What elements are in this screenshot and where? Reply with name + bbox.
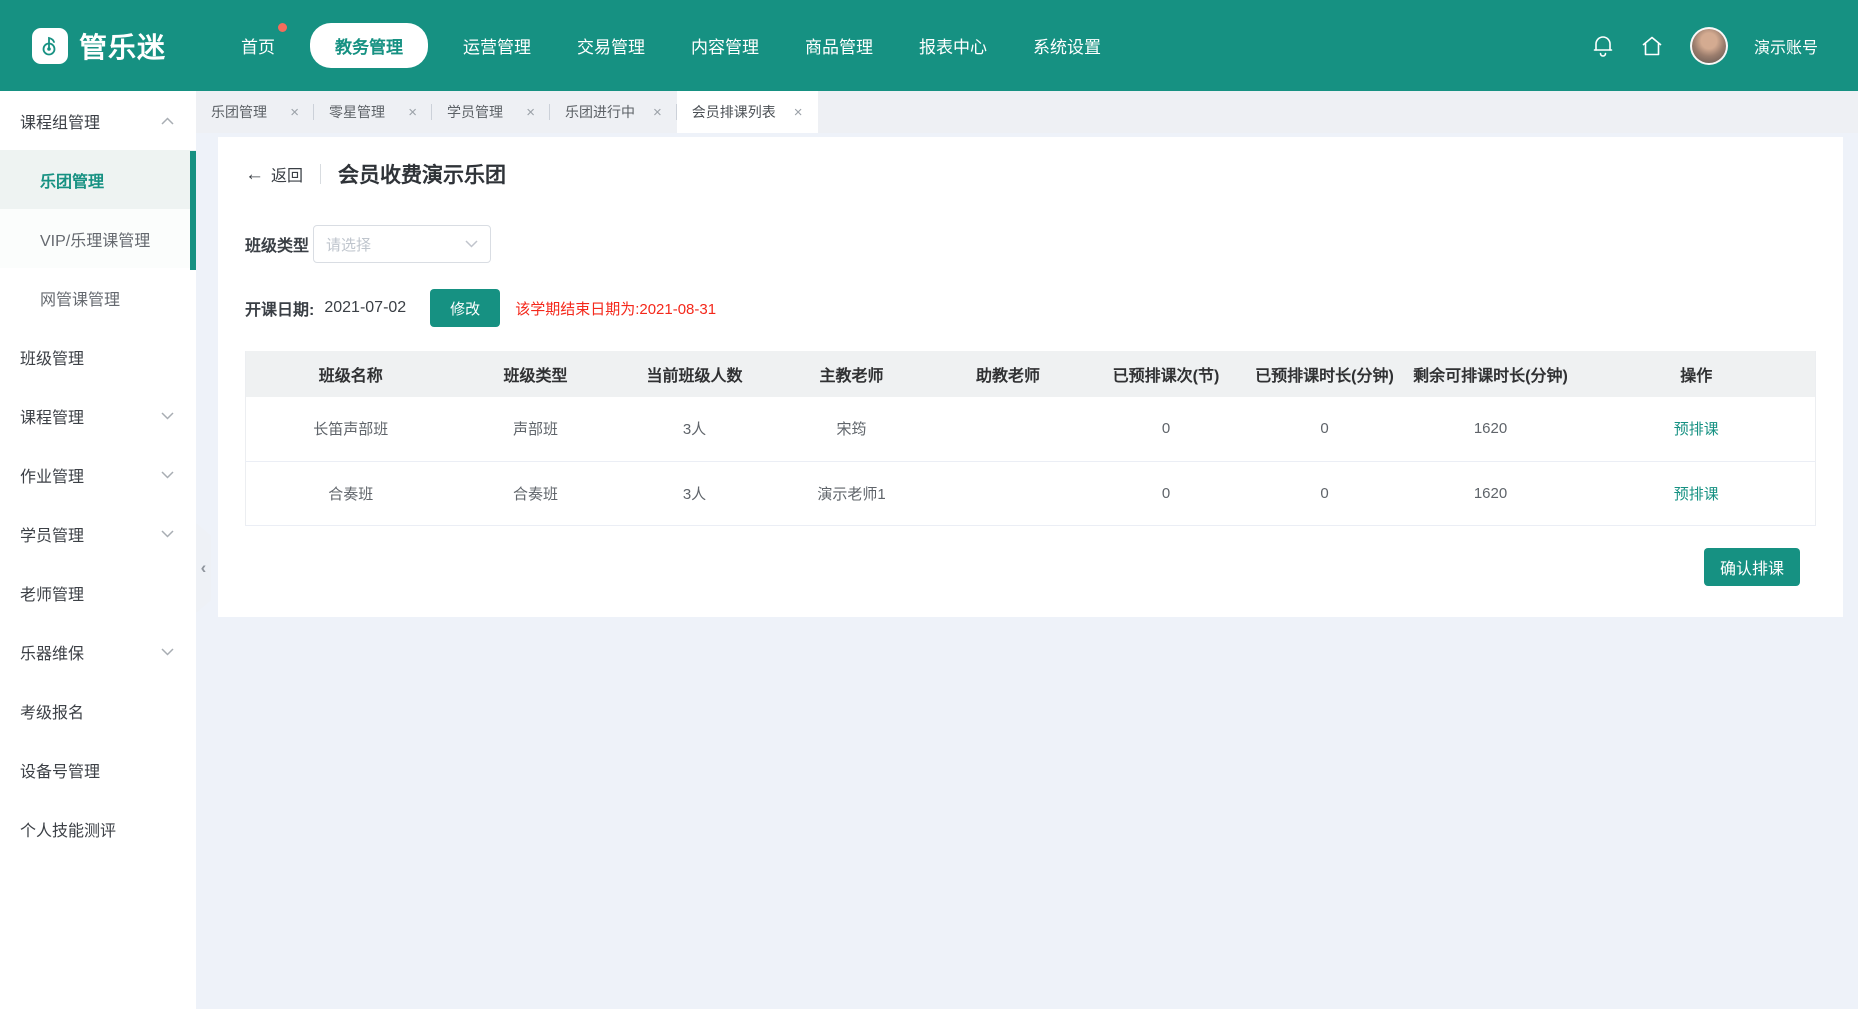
tab-misc-mgmt[interactable]: 零星管理 × xyxy=(314,91,432,133)
col-prescheduled-minutes: 已预排课时长(分钟) xyxy=(1246,351,1404,397)
tab-bar: 乐团管理 × 零星管理 × 学员管理 × 乐团进行中 × 会员排课列表 × xyxy=(196,91,1858,133)
tab-orchestra-in-progress[interactable]: 乐团进行中 × xyxy=(550,91,677,133)
tab-orchestra-mgmt[interactable]: 乐团管理 × xyxy=(196,91,314,133)
avatar[interactable] xyxy=(1690,27,1728,65)
chevron-up-icon xyxy=(161,117,174,125)
preschedule-link[interactable]: 预排课 xyxy=(1674,421,1719,438)
vertical-divider xyxy=(320,164,321,184)
sidebar-item-teacher-mgmt[interactable]: 老师管理 xyxy=(0,563,196,622)
chevron-down-icon xyxy=(161,648,174,656)
sidebar-item-homework-mgmt[interactable]: 作业管理 xyxy=(0,445,196,504)
term-end-note: 该学期结束日期为:2021-08-31 xyxy=(515,298,716,319)
col-class-type: 班级类型 xyxy=(456,351,616,397)
sidebar: 课程组管理 乐团管理 VIP/乐理课管理 网管课管理 班级管理 课程管理 作业管… xyxy=(0,91,196,1009)
col-class-size: 当前班级人数 xyxy=(616,351,774,397)
close-icon[interactable]: × xyxy=(408,104,417,121)
class-type-select[interactable]: 请选择 xyxy=(313,225,491,263)
tab-member-schedule-list[interactable]: 会员排课列表 × xyxy=(677,91,818,133)
close-icon[interactable]: × xyxy=(526,104,535,121)
table-row: 合奏班 合奏班 3人 演示老师1 0 0 1620 预排课 xyxy=(246,461,1816,525)
sidebar-item-orchestra-mgmt[interactable]: 乐团管理 xyxy=(0,150,196,209)
sidebar-item-course-group[interactable]: 课程组管理 xyxy=(0,91,196,150)
chevron-down-icon xyxy=(161,412,174,420)
chevron-down-icon xyxy=(161,471,174,479)
preschedule-link[interactable]: 预排课 xyxy=(1674,486,1719,503)
sidebar-item-class-mgmt[interactable]: 班级管理 xyxy=(0,327,196,386)
sidebar-item-exam-registration[interactable]: 考级报名 xyxy=(0,681,196,740)
content-area: ← 返回 会员收费演示乐团 班级类型 请选择 xyxy=(196,133,1858,1009)
select-placeholder: 请选择 xyxy=(326,234,371,255)
sidebar-item-online-course[interactable]: 网管课管理 xyxy=(0,268,196,327)
main-area: 乐团管理 × 零星管理 × 学员管理 × 乐团进行中 × 会员排课列表 × xyxy=(196,91,1858,1009)
class-type-label: 班级类型 xyxy=(245,232,313,256)
brand-name: 管乐迷 xyxy=(79,26,166,66)
account-name[interactable]: 演示账号 xyxy=(1754,34,1818,58)
chevron-down-icon xyxy=(465,240,478,248)
sidebar-item-course-mgmt[interactable]: 课程管理 xyxy=(0,386,196,445)
tab-student-mgmt[interactable]: 学员管理 × xyxy=(432,91,550,133)
sidebar-item-device-mgmt[interactable]: 设备号管理 xyxy=(0,740,196,799)
app-logo-icon xyxy=(32,28,68,64)
brand: 管乐迷 xyxy=(32,26,166,66)
close-icon[interactable]: × xyxy=(290,104,299,121)
start-date-label: 开课日期: xyxy=(245,296,314,320)
col-remaining-minutes: 剩余可排课时长(分钟) xyxy=(1404,351,1578,397)
home-icon[interactable] xyxy=(1640,35,1664,57)
close-icon[interactable]: × xyxy=(653,104,662,121)
schedule-table: 班级名称 班级类型 当前班级人数 主教老师 助教老师 已预排课次(节) 已预排课… xyxy=(245,351,1816,526)
col-prescheduled-sessions: 已预排课次(节) xyxy=(1087,351,1246,397)
nav-item-products[interactable]: 商品管理 xyxy=(782,33,896,58)
sidebar-collapse-handle[interactable]: ‹ xyxy=(196,523,211,613)
nav-item-transactions[interactable]: 交易管理 xyxy=(554,33,668,58)
close-icon[interactable]: × xyxy=(794,104,803,121)
nav-item-reports[interactable]: 报表中心 xyxy=(896,33,1010,58)
modify-button[interactable]: 修改 xyxy=(430,289,500,327)
sidebar-item-student-mgmt[interactable]: 学员管理 xyxy=(0,504,196,563)
content-card: ← 返回 会员收费演示乐团 班级类型 请选择 xyxy=(218,137,1843,617)
app-header: 管乐迷 首页 教务管理 运营管理 交易管理 内容管理 商品管理 报表中心 系统设… xyxy=(0,0,1858,91)
col-assistant-teacher: 助教老师 xyxy=(930,351,1087,397)
sidebar-item-vip-theory[interactable]: VIP/乐理课管理 xyxy=(0,209,196,268)
nav-item-content[interactable]: 内容管理 xyxy=(668,33,782,58)
header-right: 演示账号 xyxy=(1592,27,1818,65)
back-arrow-icon: ← xyxy=(245,165,264,184)
notification-bell-icon[interactable] xyxy=(1592,34,1614,58)
start-date-value: 2021-07-02 xyxy=(324,299,406,317)
chevron-down-icon xyxy=(161,530,174,538)
nav-item-settings[interactable]: 系统设置 xyxy=(1010,33,1124,58)
nav-item-academic-active[interactable]: 教务管理 xyxy=(310,23,428,68)
new-badge-dot xyxy=(278,23,287,32)
active-indicator-bar xyxy=(190,151,196,270)
sidebar-item-instrument-maintenance[interactable]: 乐器维保 xyxy=(0,622,196,681)
nav-item-home[interactable]: 首页 xyxy=(218,33,298,58)
page-title: 会员收费演示乐团 xyxy=(338,159,506,189)
top-nav: 首页 教务管理 运营管理 交易管理 内容管理 商品管理 报表中心 系统设置 xyxy=(218,23,1124,68)
table-row: 长笛声部班 声部班 3人 宋筠 0 0 1620 预排课 xyxy=(246,397,1816,461)
table-header-row: 班级名称 班级类型 当前班级人数 主教老师 助教老师 已预排课次(节) 已预排课… xyxy=(246,351,1816,397)
nav-item-operations[interactable]: 运营管理 xyxy=(440,33,554,58)
col-main-teacher: 主教老师 xyxy=(774,351,930,397)
back-button[interactable]: ← 返回 xyxy=(245,162,303,186)
sidebar-item-skill-assessment[interactable]: 个人技能测评 xyxy=(0,799,196,858)
col-class-name: 班级名称 xyxy=(246,351,456,397)
confirm-schedule-button[interactable]: 确认排课 xyxy=(1704,548,1800,586)
col-actions: 操作 xyxy=(1578,351,1816,397)
